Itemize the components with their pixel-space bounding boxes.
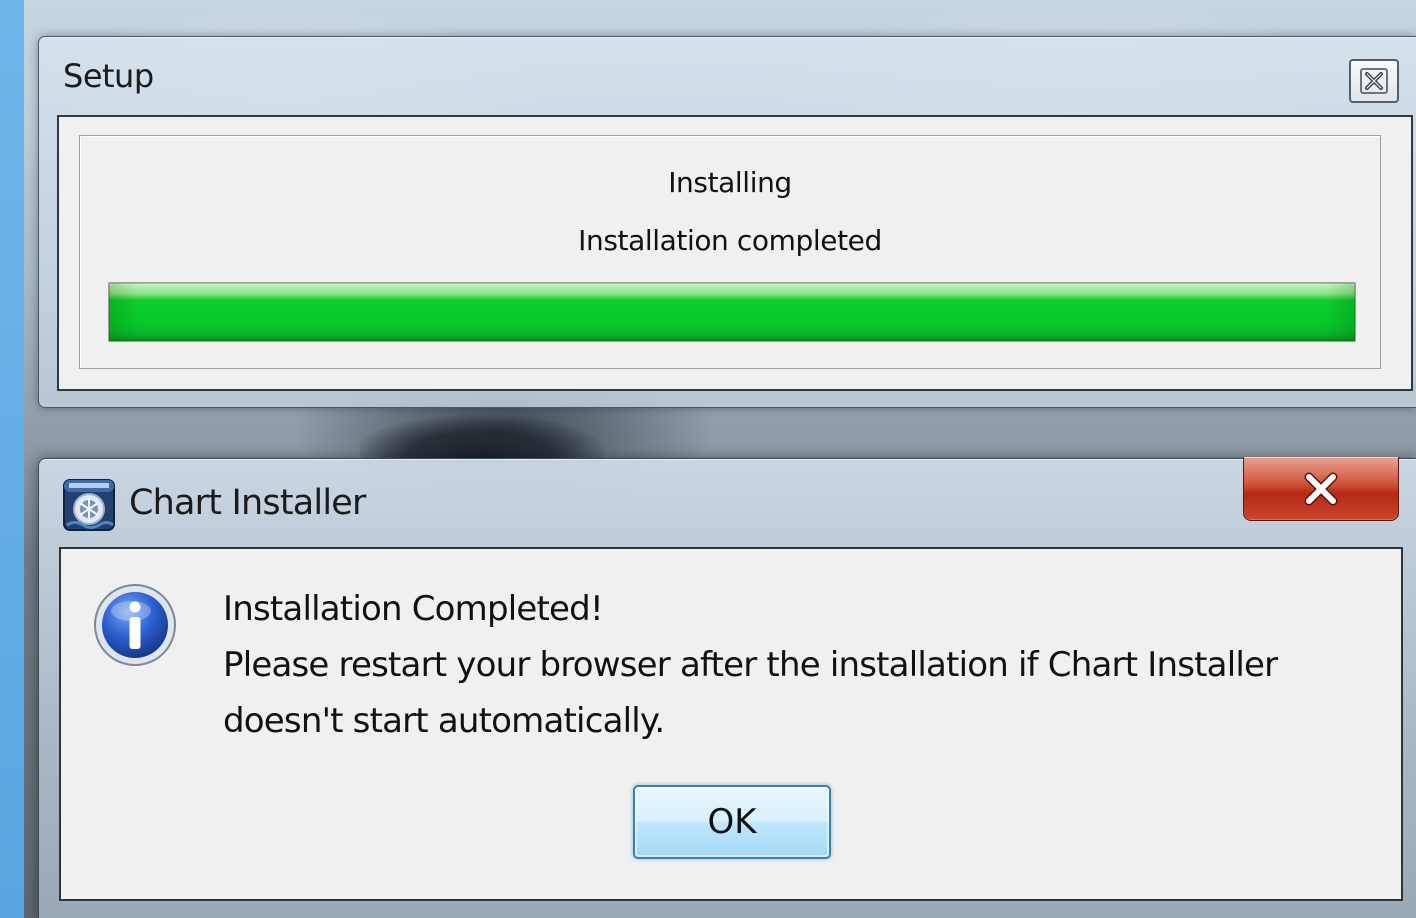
chart-installer-app-icon [63, 479, 115, 531]
install-progress-fill [109, 283, 1355, 341]
setup-status-group: Installing Installation completed [79, 135, 1381, 369]
chart-installer-dialog: Chart Installer Installation Completed! … [38, 457, 1416, 918]
progress-shade-right [1325, 283, 1355, 341]
status-detail: Installation completed [578, 224, 882, 257]
chart-installer-close-button[interactable] [1243, 457, 1399, 521]
setup-content-area: Installing Installation completed [57, 115, 1413, 391]
setup-window-title: Setup [63, 57, 154, 95]
close-x-icon [1360, 68, 1388, 94]
ok-button[interactable]: OK [633, 785, 831, 859]
install-progress-bar [108, 282, 1356, 342]
background-dark-object [360, 404, 606, 462]
desktop-background [0, 0, 24, 918]
message-line-body: Please restart your browser after the in… [223, 645, 1278, 685]
setup-close-button[interactable] [1349, 59, 1399, 103]
close-x-icon [1304, 472, 1338, 505]
chart-installer-content-area: Installation Completed! Please restart y… [59, 547, 1403, 901]
message-line-body-continued: doesn't start automatically. [223, 701, 665, 741]
information-icon [94, 584, 176, 666]
chart-installer-title: Chart Installer [129, 483, 366, 523]
progress-shade-left [109, 283, 139, 341]
status-heading: Installing [668, 166, 792, 199]
setup-window: Setup Installing Installation completed [38, 36, 1416, 408]
message-line-title: Installation Completed! [223, 589, 604, 629]
